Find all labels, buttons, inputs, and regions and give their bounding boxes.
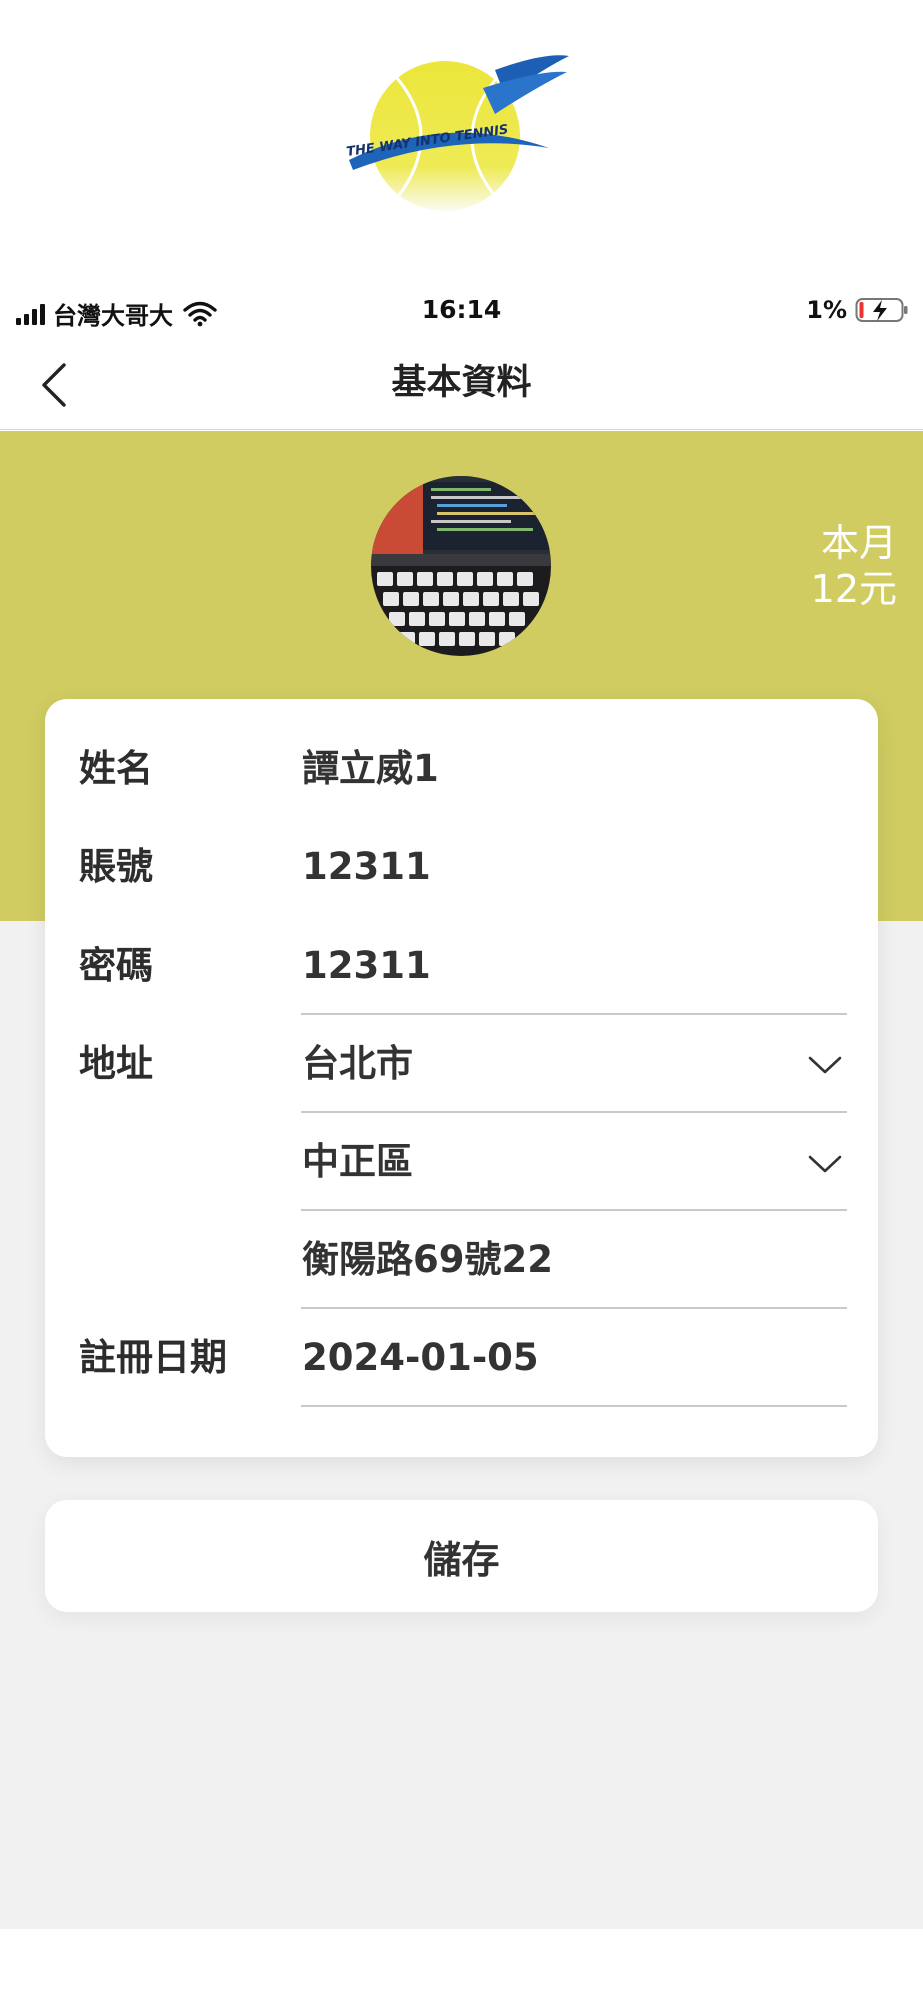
password-underline xyxy=(301,1013,847,1015)
clock: 16:14 xyxy=(421,295,502,324)
street-underline xyxy=(301,1307,847,1309)
address-label: 地址 xyxy=(79,1042,153,1085)
city-underline xyxy=(301,1111,847,1113)
balance-amount: 12元 xyxy=(810,567,897,611)
battery-charging-icon xyxy=(855,298,908,322)
register-date-underline xyxy=(301,1405,847,1407)
street-address-field[interactable]: 衡陽路69號22 xyxy=(302,1233,553,1287)
avatar-photo xyxy=(371,476,551,656)
password-label: 密碼 xyxy=(79,944,153,987)
name-value: 譚立威1 xyxy=(302,747,439,790)
district-select[interactable]: 中正區 xyxy=(302,1135,413,1189)
monthly-balance: 本月 12元 xyxy=(811,520,897,612)
avatar[interactable] xyxy=(371,476,551,656)
account-value: 12311 xyxy=(302,845,431,888)
balance-label: 本月 xyxy=(820,521,897,565)
battery-percent: 1% xyxy=(806,296,847,324)
register-date-label: 註冊日期 xyxy=(79,1336,227,1379)
account-label: 賬號 xyxy=(79,845,153,888)
chevron-down-icon[interactable] xyxy=(807,1054,843,1076)
profile-card: 姓名 譚立威1 賬號 12311 密碼 12311 地址 台北市 中正區 衡陽路… xyxy=(45,699,878,1457)
status-bar: 台灣大哥大 16:14 1% xyxy=(0,290,923,332)
profile-page: THE WAY INTO TENNIS 台灣大哥大 16:14 1% 基本資料 … xyxy=(0,0,923,2000)
save-button[interactable]: 儲存 xyxy=(45,1500,878,1612)
chevron-down-icon[interactable] xyxy=(807,1153,843,1175)
name-label: 姓名 xyxy=(79,747,153,790)
password-field[interactable]: 12311 xyxy=(302,939,431,993)
tennis-logo: THE WAY INTO TENNIS xyxy=(345,55,569,211)
register-date-value: 2024-01-05 xyxy=(302,1336,539,1379)
district-underline xyxy=(301,1209,847,1211)
city-select[interactable]: 台北市 xyxy=(302,1037,413,1091)
page-title: 基本資料 xyxy=(391,363,532,403)
nav-bar: 基本資料 xyxy=(0,345,923,430)
